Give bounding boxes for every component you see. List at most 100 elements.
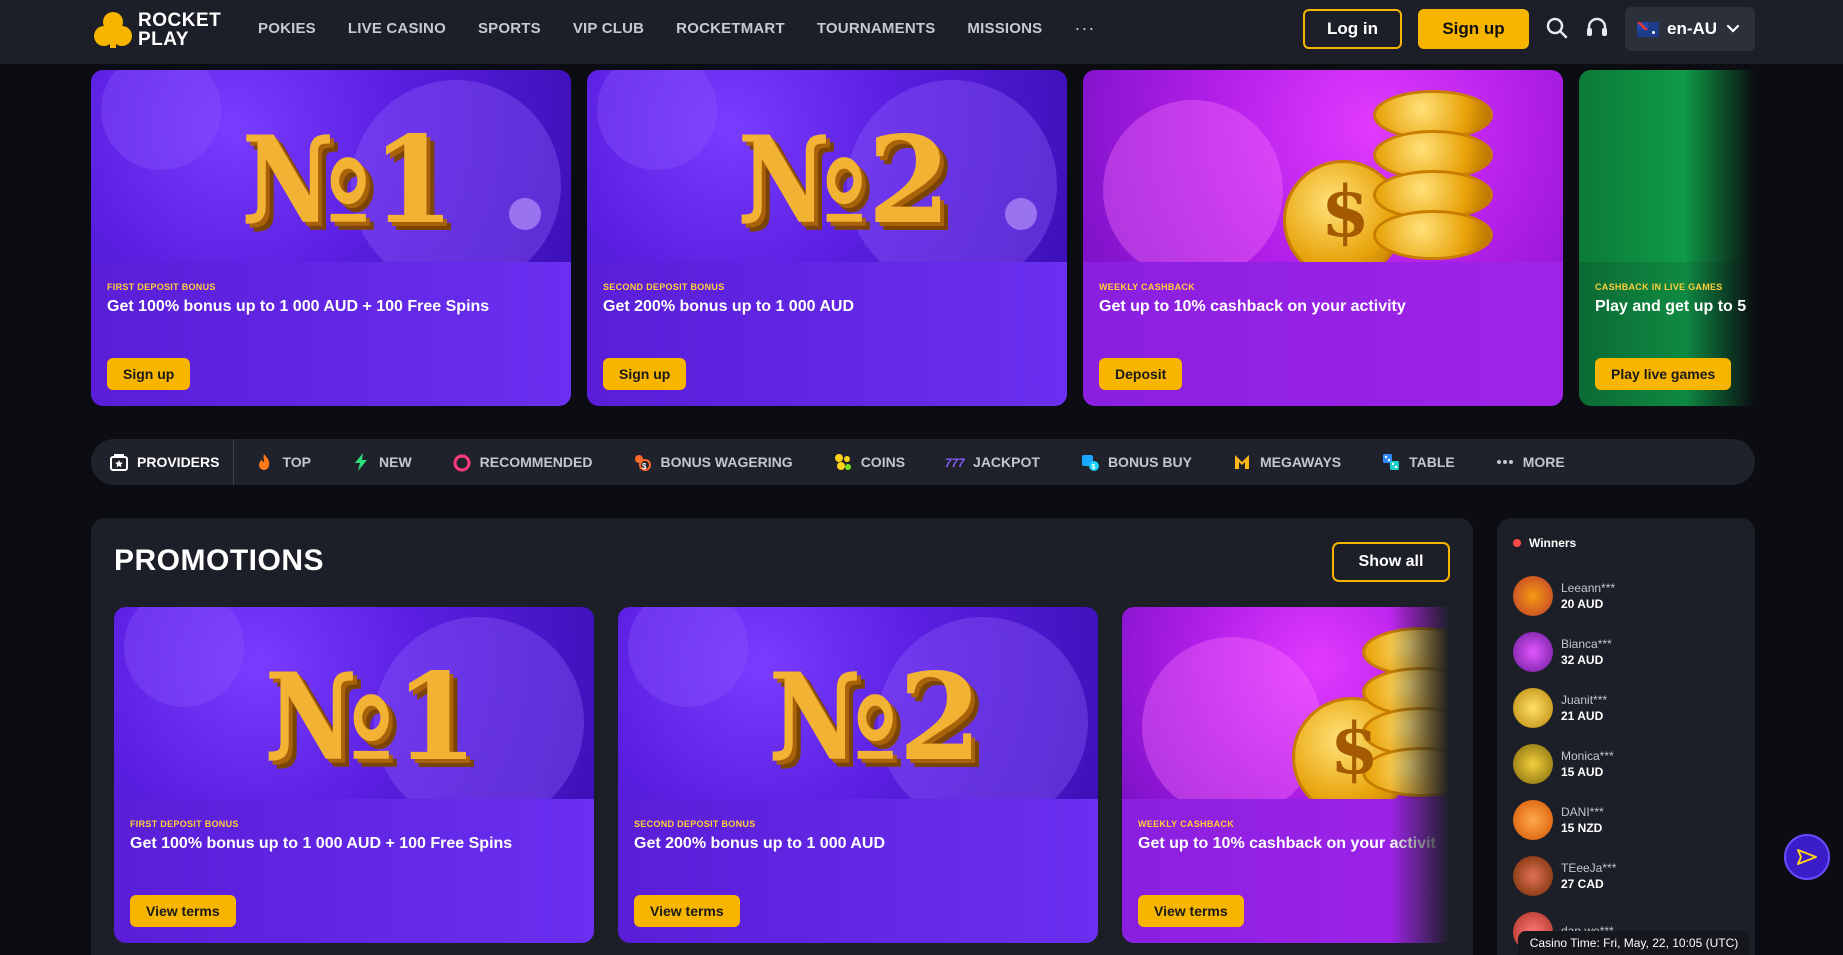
nav-vip-club[interactable]: VIP CLUB (573, 20, 644, 37)
category-label: RECOMMENDED (479, 454, 593, 470)
promo-tag: FIRST DEPOSIT BONUS (130, 819, 239, 829)
casino-time: Casino Time: Fri, May, 22, 10:05 (UTC) (1518, 931, 1750, 955)
banner-deposit-button[interactable]: Deposit (1099, 358, 1183, 390)
login-button[interactable]: Log in (1303, 9, 1402, 49)
category-providers[interactable]: PROVIDERS (91, 439, 235, 485)
promotions-title: PROMOTIONS (114, 544, 325, 577)
category-coins[interactable]: COINS (813, 439, 925, 485)
nav-tournaments[interactable]: TOURNAMENTS (817, 20, 936, 37)
category-label: MEGAWAYS (1259, 454, 1342, 470)
category-new[interactable]: NEW (331, 439, 432, 485)
game-avatar (1513, 856, 1553, 896)
nav-missions[interactable]: MISSIONS (967, 20, 1042, 37)
banner-signup-button[interactable]: Sign up (603, 358, 687, 390)
nav-pokies[interactable]: POKIES (258, 20, 316, 37)
bonus-wagering-icon: $ (635, 455, 652, 471)
promo-info: SECOND DEPOSIT BONUS Get 200% bonus up t… (618, 799, 1098, 943)
banner-art: №2 (587, 70, 1067, 290)
view-terms-button[interactable]: View terms (1138, 895, 1244, 927)
banner-tag: SECOND DEPOSIT BONUS (603, 282, 725, 292)
view-terms-button[interactable]: View terms (130, 895, 236, 927)
scroll-fade (1390, 607, 1450, 943)
winner-item[interactable]: TEeeJa*** 27 CAD (1513, 856, 1616, 896)
club-logo-icon (94, 10, 132, 50)
category-bonus-buy[interactable]: $ BONUS BUY (1060, 439, 1212, 485)
banner-art (1579, 70, 1755, 262)
game-avatar (1513, 576, 1553, 616)
category-table[interactable]: TABLE (1361, 439, 1475, 485)
headset-icon[interactable] (1583, 14, 1611, 42)
winner-item[interactable]: Bianca*** 32 AUD (1513, 632, 1612, 672)
promo-art: №2 (618, 607, 1098, 827)
search-icon[interactable] (1543, 14, 1571, 42)
nav-live-casino[interactable]: LIVE CASINO (348, 20, 446, 37)
ring-icon (453, 454, 471, 472)
main-nav: POKIES LIVE CASINO SPORTS VIP CLUB ROCKE… (258, 0, 1095, 56)
category-more[interactable]: MORE (1475, 439, 1585, 485)
category-label: NEW (379, 454, 412, 470)
nav-rocketmart[interactable]: ROCKETMART (676, 20, 785, 37)
promo-card-first-deposit[interactable]: №1 FIRST DEPOSIT BONUS Get 100% bonus up… (114, 607, 594, 943)
banner-tag: CASHBACK IN LIVE GAMES (1595, 282, 1723, 292)
promo-card-weekly-cashback[interactable]: $ WEEKLY CASHBACK Get up to 10% cashback… (1122, 607, 1450, 943)
banner-first-deposit[interactable]: №1 FIRST DEPOSIT BONUS Get 100% bonus up… (91, 70, 571, 406)
winner-item[interactable]: Juanit*** 21 AUD (1513, 688, 1607, 728)
svg-text:777: 777 (945, 457, 965, 470)
category-label: TOP (282, 454, 311, 470)
megaways-icon (1234, 455, 1249, 469)
view-terms-button[interactable]: View terms (634, 895, 740, 927)
banner-tag: WEEKLY CASHBACK (1099, 282, 1196, 292)
winners-title: Winners (1529, 536, 1577, 550)
promo-art: №1 (114, 607, 594, 827)
winner-item[interactable]: DANI*** 15 NZD (1513, 800, 1604, 840)
promo-headline: Get 100% bonus up to 1 000 AUD + 100 Fre… (130, 835, 513, 852)
promo-info: FIRST DEPOSIT BONUS Get 100% bonus up to… (114, 799, 594, 943)
category-label: JACKPOT (973, 454, 1040, 470)
casino-home-page: ROCKET PLAY POKIES LIVE CASINO SPORTS VI… (0, 0, 1843, 955)
providers-icon (110, 454, 128, 471)
winner-item[interactable]: Leeann*** 20 AUD (1513, 576, 1615, 616)
banner-info: SECOND DEPOSIT BONUS Get 200% bonus up t… (587, 262, 1067, 406)
winners-header: Winners (1513, 536, 1576, 550)
banner-headline: Get 200% bonus up to 1 000 AUD (603, 298, 855, 315)
banner-live-cashback[interactable]: CASHBACK IN LIVE GAMES Play and get up t… (1579, 70, 1755, 406)
chat-launcher-button[interactable] (1784, 834, 1830, 880)
svg-text:$: $ (1091, 464, 1095, 471)
signup-button[interactable]: Sign up (1418, 9, 1529, 49)
category-bar: PROVIDERS TOP NEW RECOMMENDED $ BONUS WA… (91, 439, 1755, 485)
banner-play-live-button[interactable]: Play live games (1595, 358, 1732, 390)
winner-item[interactable]: Monica*** 15 AUD (1513, 744, 1614, 784)
category-recommended[interactable]: RECOMMENDED (432, 439, 613, 485)
game-avatar (1513, 800, 1553, 840)
promo-tag: SECOND DEPOSIT BONUS (634, 819, 756, 829)
banner-headline: Get 100% bonus up to 1 000 AUD + 100 Fre… (107, 298, 490, 315)
chevron-down-icon (1726, 24, 1740, 33)
svg-text:$: $ (642, 462, 647, 471)
language-selector[interactable]: en-AU (1625, 7, 1755, 51)
banner-info: WEEKLY CASHBACK Get up to 10% cashback o… (1083, 262, 1563, 406)
flame-icon (259, 454, 270, 470)
banner-art: №1 (91, 70, 571, 290)
promo-card-second-deposit[interactable]: №2 SECOND DEPOSIT BONUS Get 200% bonus u… (618, 607, 1098, 943)
category-label: TABLE (1409, 454, 1455, 470)
nav-more-icon[interactable]: ··· (1074, 18, 1095, 39)
send-icon (1797, 849, 1817, 865)
nav-sports[interactable]: SPORTS (478, 20, 541, 37)
category-megaways[interactable]: MEGAWAYS (1212, 439, 1361, 485)
banner-second-deposit[interactable]: №2 SECOND DEPOSIT BONUS Get 200% bonus u… (587, 70, 1067, 406)
promo-headline: Get 200% bonus up to 1 000 AUD (634, 835, 886, 852)
rocketplay-logo[interactable]: ROCKET PLAY (94, 10, 221, 50)
logo-text: ROCKET PLAY (138, 10, 222, 50)
game-avatar (1513, 632, 1553, 672)
category-bonus-wagering[interactable]: $ BONUS WAGERING (612, 439, 812, 485)
category-jackpot[interactable]: 777 JACKPOT (925, 439, 1060, 485)
top-header: ROCKET PLAY POKIES LIVE CASINO SPORTS VI… (0, 0, 1843, 64)
show-all-button[interactable]: Show all (1332, 542, 1450, 582)
promo-tag: WEEKLY CASHBACK (1138, 819, 1235, 829)
banner-weekly-cashback[interactable]: $ WEEKLY CASHBACK Get up to 10% cashback… (1083, 70, 1563, 406)
lightning-icon (355, 453, 367, 471)
more-dots-icon (1496, 460, 1513, 464)
category-label: COINS (860, 454, 906, 470)
banner-signup-button[interactable]: Sign up (107, 358, 191, 390)
category-top[interactable]: TOP (234, 439, 331, 485)
